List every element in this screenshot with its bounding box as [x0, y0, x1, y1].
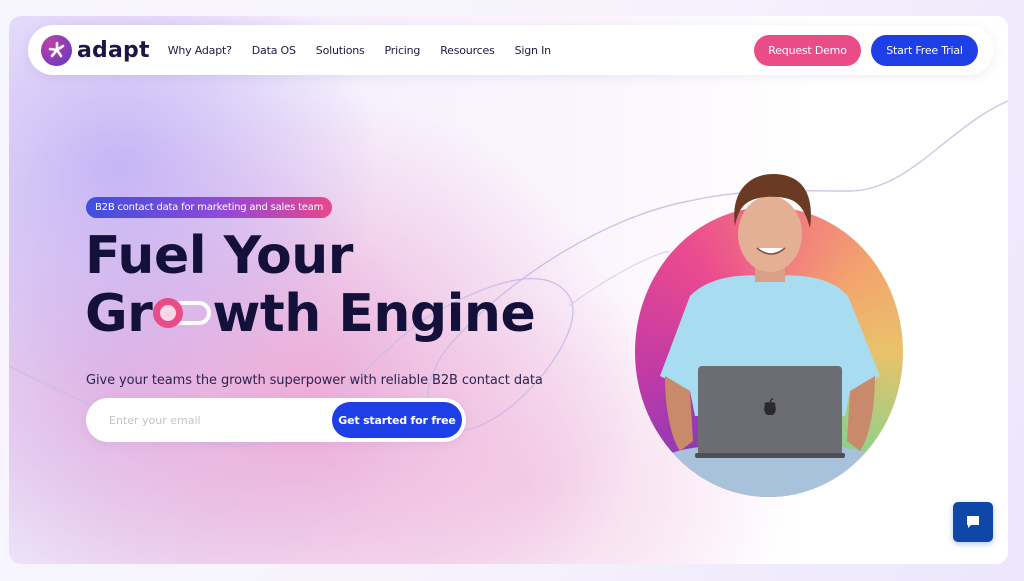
- nav-link-resources[interactable]: Resources: [440, 44, 495, 57]
- chat-bubble-icon: [967, 516, 979, 528]
- laptop-base: [695, 453, 845, 458]
- nav-link-data-os[interactable]: Data OS: [252, 44, 296, 57]
- headline-line-2: Gr wth Engine: [85, 284, 536, 344]
- nav-link-solutions[interactable]: Solutions: [316, 44, 365, 57]
- hero-badge: B2B contact data for marketing and sales…: [86, 197, 333, 218]
- nav-links: Why Adapt? Data OS Solutions Pricing Res…: [168, 44, 571, 57]
- email-signup-form: Get started for free: [86, 398, 466, 442]
- headline-line-2-suffix: wth Engine: [212, 284, 536, 344]
- nav-link-pricing[interactable]: Pricing: [385, 44, 421, 57]
- hero-person-image: [660, 174, 880, 497]
- nav-link-sign-in[interactable]: Sign In: [515, 44, 552, 57]
- toggle-switch-icon: [153, 298, 212, 328]
- headline-line-2-prefix: Gr: [85, 284, 153, 344]
- chat-widget-button[interactable]: [953, 502, 993, 542]
- nav-actions: Request Demo Start Free Trial: [754, 34, 978, 66]
- hero-headline: Fuel Your Gr wth Engine: [85, 226, 536, 344]
- start-free-trial-button[interactable]: Start Free Trial: [871, 34, 978, 66]
- get-started-button[interactable]: Get started for free: [332, 402, 462, 438]
- logo[interactable]: adapt: [41, 34, 150, 66]
- headline-line-1: Fuel Your: [85, 226, 353, 286]
- page-frame: adapt Why Adapt? Data OS Solutions Prici…: [9, 16, 1008, 564]
- email-input[interactable]: [109, 413, 319, 427]
- top-navigation: adapt Why Adapt? Data OS Solutions Prici…: [28, 25, 994, 75]
- brand-name: adapt: [77, 37, 150, 63]
- nav-link-why-adapt[interactable]: Why Adapt?: [168, 44, 232, 57]
- request-demo-button[interactable]: Request Demo: [754, 34, 861, 66]
- hero-subtitle: Give your teams the growth superpower wi…: [86, 373, 543, 388]
- person-face: [738, 196, 802, 272]
- adapt-logo-icon: [41, 34, 72, 66]
